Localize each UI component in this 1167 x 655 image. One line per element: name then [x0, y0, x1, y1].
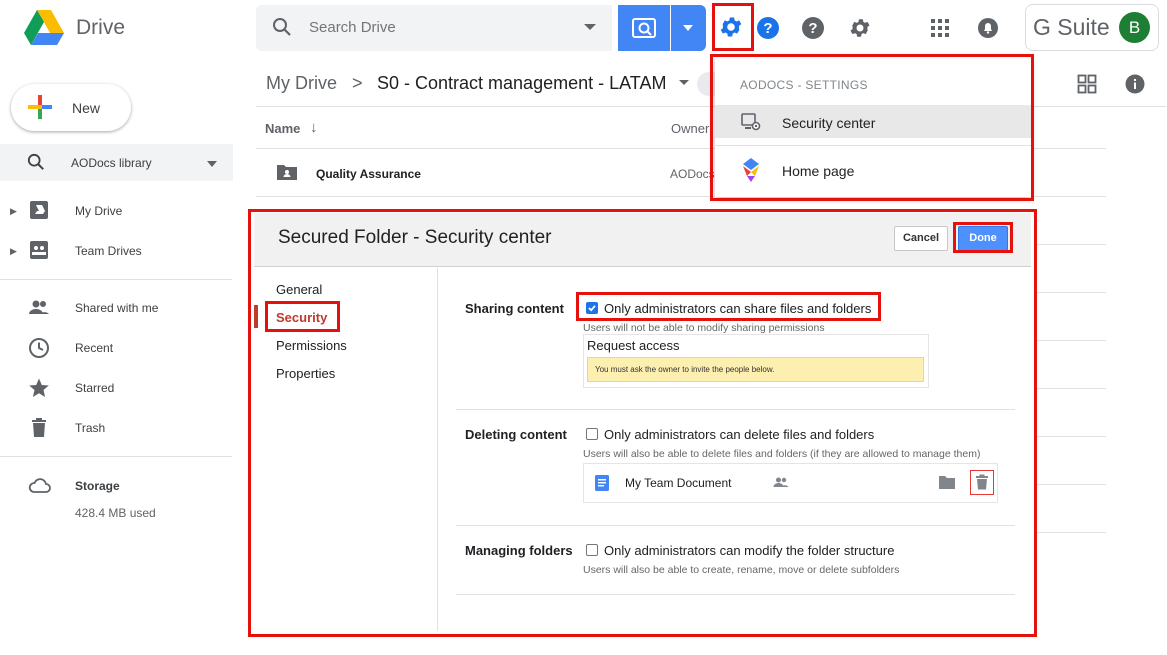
- breadcrumb-my-drive[interactable]: My Drive: [266, 73, 337, 94]
- account-avatar[interactable]: B: [1119, 12, 1150, 43]
- highlight-box-menu: [710, 54, 1034, 201]
- search-options-chevron-icon[interactable]: [584, 24, 596, 30]
- sidebar-item-my-drive[interactable]: My Drive: [75, 204, 122, 218]
- apps-grid-icon[interactable]: [930, 18, 950, 38]
- highlight-box-dialog: [248, 209, 1037, 637]
- list-divider: [1036, 484, 1106, 485]
- breadcrumb-chevron-right-icon: >: [352, 73, 363, 93]
- shared-with-me-icon: [29, 300, 49, 314]
- aodocs-search-button[interactable]: [618, 5, 670, 51]
- library-search-icon: [27, 153, 44, 170]
- gsuite-logo: G Suite: [1033, 14, 1110, 40]
- grid-view-icon[interactable]: [1077, 74, 1097, 94]
- team-drives-icon: [30, 241, 48, 259]
- notifications-bell-icon[interactable]: [977, 17, 999, 39]
- breadcrumb-current-folder[interactable]: S0 - Contract management - LATAM: [377, 73, 666, 94]
- my-drive-icon: [30, 201, 48, 219]
- chevron-down-icon: [683, 25, 693, 31]
- sidebar-divider: [0, 279, 232, 280]
- starred-icon: [29, 378, 49, 397]
- column-header-name[interactable]: Name: [265, 121, 300, 136]
- expand-arrow-icon[interactable]: ▶: [10, 246, 17, 257]
- list-divider: [1036, 340, 1106, 341]
- column-header-owner[interactable]: Owner: [671, 121, 709, 136]
- settings-gear-icon[interactable]: [848, 16, 872, 40]
- storage-used: 428.4 MB used: [75, 506, 156, 520]
- new-plus-icon: [28, 95, 52, 119]
- sidebar-item-team-drives[interactable]: Team Drives: [75, 244, 142, 258]
- drive-logo-icon: [24, 10, 64, 45]
- list-divider: [1036, 532, 1106, 533]
- search-icon[interactable]: [272, 17, 292, 37]
- aodocs-search-dropdown-button[interactable]: [671, 5, 706, 51]
- file-row-owner: AODocs: [670, 167, 715, 181]
- list-divider: [1036, 244, 1106, 245]
- sidebar-item-shared-with-me[interactable]: Shared with me: [75, 301, 158, 315]
- aodocs-help-icon[interactable]: ?: [756, 16, 780, 40]
- expand-arrow-icon[interactable]: ▶: [10, 206, 17, 217]
- storage-label[interactable]: Storage: [75, 479, 120, 493]
- trash-icon: [32, 418, 46, 437]
- search-input[interactable]: [309, 19, 569, 36]
- help-icon[interactable]: ?: [801, 16, 825, 40]
- sidebar-item-starred[interactable]: Starred: [75, 381, 114, 395]
- new-button-label: New: [72, 100, 101, 116]
- highlight-box-settings: [712, 3, 754, 51]
- sort-arrow-down-icon[interactable]: ↓: [310, 119, 318, 136]
- info-icon[interactable]: [1125, 74, 1145, 94]
- file-row-name[interactable]: Quality Assurance: [316, 167, 421, 181]
- svg-text:?: ?: [763, 20, 772, 37]
- storage-cloud-icon: [28, 478, 51, 493]
- list-divider: [1036, 292, 1106, 293]
- sidebar-divider: [0, 456, 232, 457]
- shared-folder-icon: [277, 165, 297, 180]
- recent-clock-icon: [29, 338, 49, 358]
- svg-text:?: ?: [808, 20, 817, 37]
- breadcrumb-chevron-down-icon[interactable]: [679, 80, 689, 85]
- list-divider: [1036, 436, 1106, 437]
- aodocs-search-icon: [632, 18, 656, 38]
- sidebar-item-recent[interactable]: Recent: [75, 341, 113, 355]
- app-title: Drive: [76, 16, 126, 39]
- library-chevron-down-icon[interactable]: [207, 161, 217, 167]
- sidebar-item-trash[interactable]: Trash: [75, 421, 105, 435]
- library-label: AODocs library: [71, 156, 152, 170]
- list-divider: [1036, 388, 1106, 389]
